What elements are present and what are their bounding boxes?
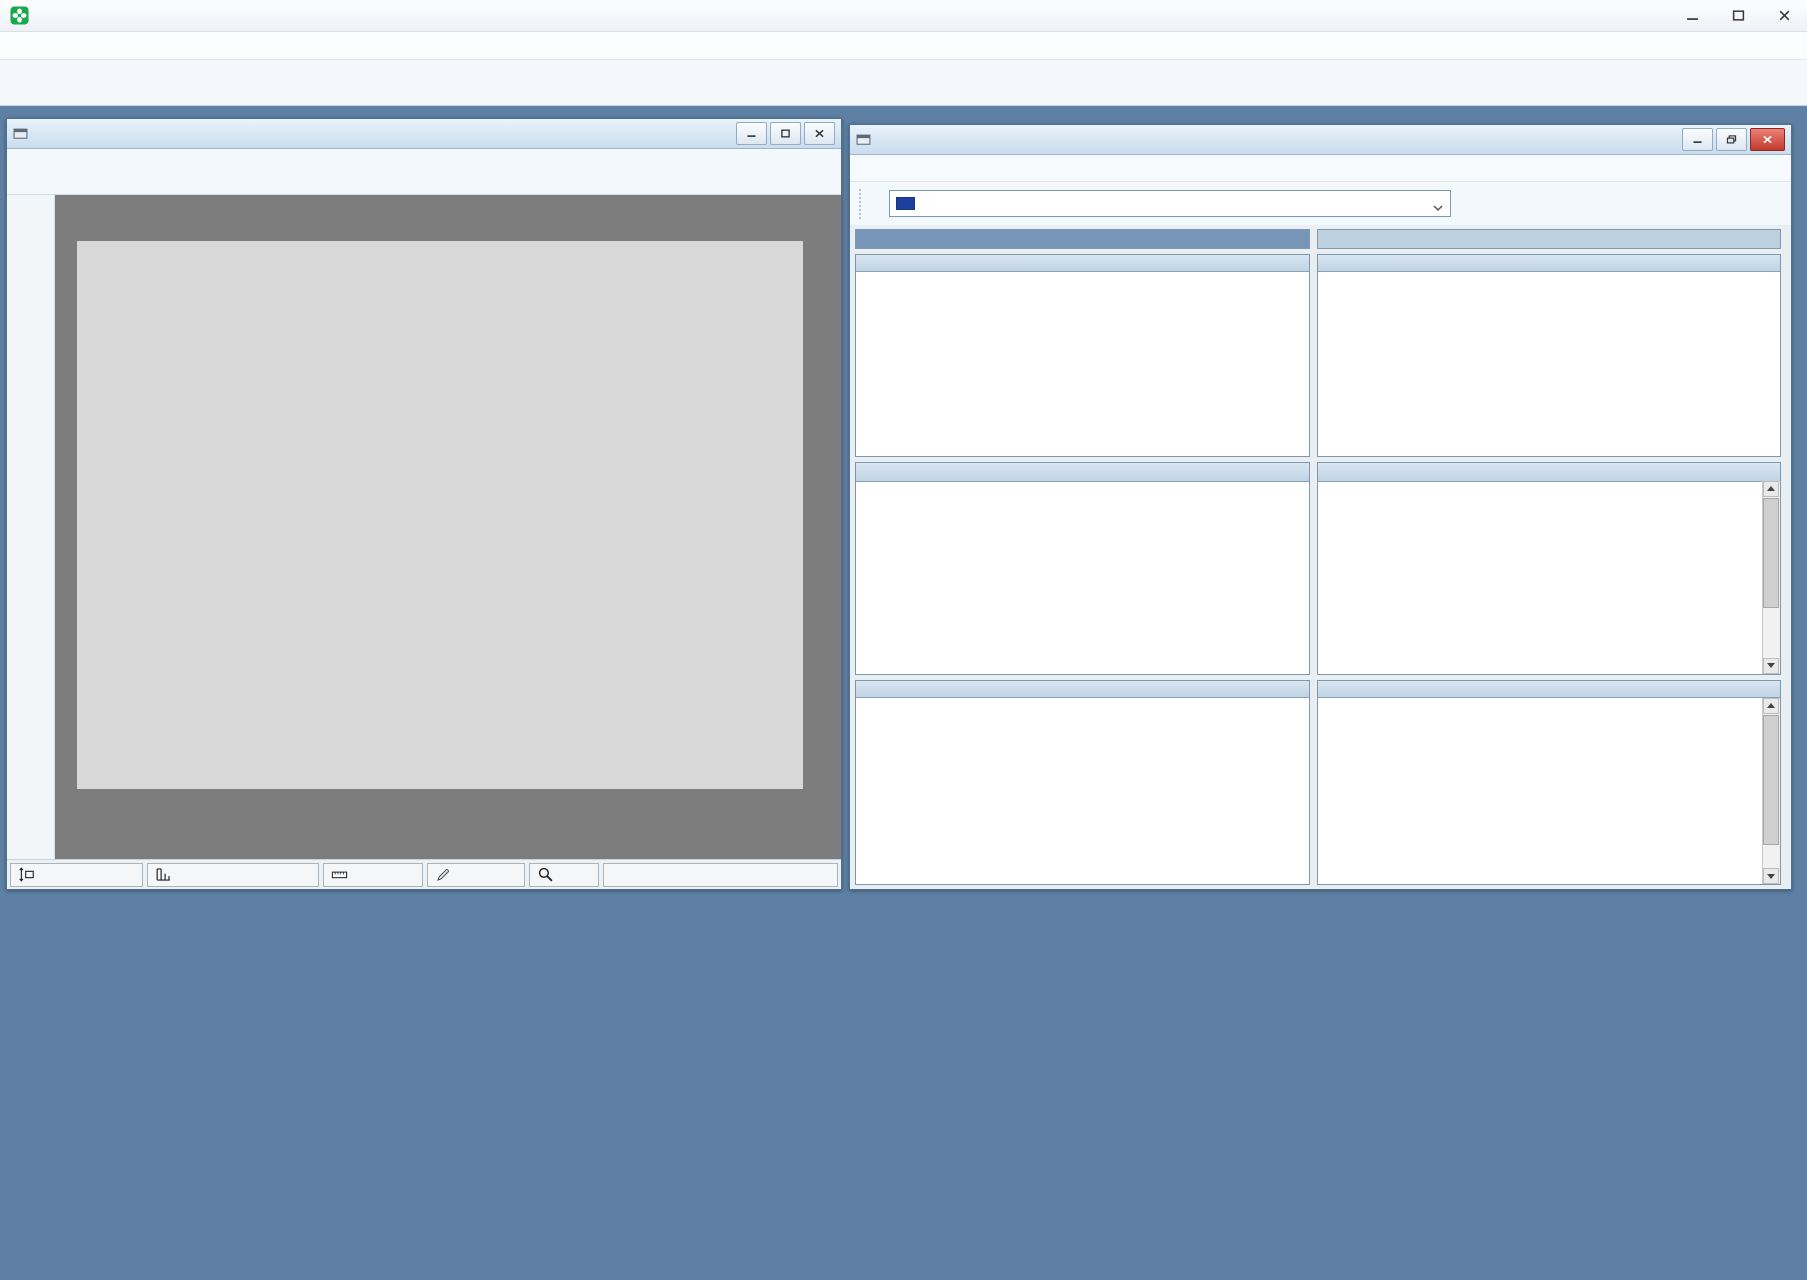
micrograph-image[interactable]	[77, 241, 803, 789]
image-toolbar	[7, 149, 841, 195]
scroll-up-button[interactable]	[1763, 481, 1779, 497]
intervals-table-header	[1318, 463, 1780, 482]
toolbar-grip	[859, 189, 866, 219]
ruler-icon	[330, 865, 349, 884]
object-chart-box	[1317, 254, 1781, 457]
scroll-up-button[interactable]	[1763, 698, 1779, 714]
intervals-table-box	[1317, 462, 1781, 675]
pencil-icon	[434, 865, 453, 884]
results-close-button[interactable]	[1750, 128, 1785, 151]
status-zoom-segment[interactable]	[529, 863, 599, 887]
field-results-pane	[855, 229, 1310, 885]
app-titlebar	[0, 0, 1807, 32]
image-close-button[interactable]	[804, 122, 835, 145]
image-window-titlebar[interactable]	[7, 119, 841, 149]
image-canvas[interactable]	[55, 195, 841, 859]
field-pane-header[interactable]	[855, 229, 1310, 249]
object-pane-header[interactable]	[1317, 229, 1781, 249]
area-histogram-chart	[1318, 272, 1780, 457]
window-system-icon[interactable]	[13, 127, 28, 140]
result-selector-combobox[interactable]	[889, 190, 1451, 217]
scroll-down-button[interactable]	[1763, 868, 1779, 884]
scrollbar-thumb[interactable]	[1763, 715, 1779, 845]
resize-icon	[17, 865, 36, 884]
window-system-icon[interactable]	[856, 133, 871, 146]
results-restore-button[interactable]	[1716, 128, 1747, 151]
status-calibration-segment[interactable]	[427, 863, 525, 887]
status-scale-segment	[147, 863, 319, 887]
clemex-logo-icon	[10, 6, 29, 25]
object-stats-box	[1317, 680, 1781, 885]
chart-box-title	[856, 255, 1309, 272]
chart-box-title	[1318, 255, 1780, 272]
status-empty-segment	[603, 863, 838, 887]
intervals-scrollbar[interactable]	[1762, 481, 1780, 674]
chevron-down-icon	[1432, 199, 1444, 208]
scrollbar-thumb[interactable]	[1763, 498, 1779, 608]
field-table-header	[856, 463, 1309, 482]
status-size-segment	[10, 863, 143, 887]
statistics-box-title	[856, 681, 1309, 698]
scroll-down-button[interactable]	[1763, 658, 1779, 674]
image-maximize-button[interactable]	[770, 122, 801, 145]
image-statusbar	[7, 859, 841, 889]
statistics-scrollbar[interactable]	[1762, 698, 1780, 884]
app-menubar	[0, 32, 1807, 60]
app-minimize-button[interactable]	[1669, 0, 1715, 31]
results-toolbar	[850, 182, 1791, 226]
results-content	[850, 225, 1791, 889]
magnifier-icon	[536, 865, 555, 884]
app-maximize-button[interactable]	[1715, 0, 1761, 31]
image-minimize-button[interactable]	[736, 122, 767, 145]
selector-swatch	[896, 197, 915, 210]
statistics-box-title	[1318, 681, 1780, 698]
field-stats-box	[855, 680, 1310, 885]
image-window	[6, 118, 842, 890]
results-menubar	[850, 155, 1791, 182]
caliper-icon	[154, 865, 173, 884]
field-chart-box	[855, 254, 1310, 457]
desktop	[0, 0, 1807, 1280]
app-close-button[interactable]	[1761, 0, 1807, 31]
object-results-pane	[1317, 229, 1781, 885]
image-tool-rail	[7, 195, 55, 859]
status-units-segment[interactable]	[323, 863, 423, 887]
field-rating-chart	[856, 272, 1309, 457]
results-minimize-button[interactable]	[1682, 128, 1713, 151]
results-window-titlebar[interactable]	[850, 125, 1791, 155]
results-window	[849, 124, 1792, 890]
main-toolbar	[0, 60, 1807, 106]
field-table-box	[855, 462, 1310, 675]
